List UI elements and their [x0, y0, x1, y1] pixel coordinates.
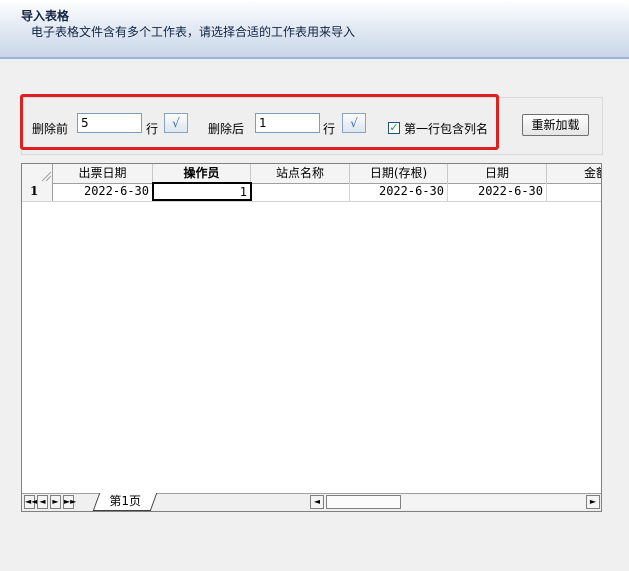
column-header[interactable]: 日期 [448, 164, 547, 183]
scroll-right-button[interactable]: ► [586, 495, 600, 509]
next-sheet-button[interactable]: ► [50, 495, 61, 509]
spreadsheet-grid[interactable]: 出票日期 操作员 站点名称 日期(存根) 日期 金额 1 2022-6-30 1… [21, 163, 602, 512]
dialog-subtitle: 电子表格文件含有多个工作表，请选择合适的工作表用来导入 [31, 25, 356, 39]
column-header-row: 出票日期 操作员 站点名称 日期(存根) 日期 金额 [22, 164, 601, 184]
dialog-header: 导入表格 电子表格文件含有多个工作表，请选择合适的工作表用来导入 [0, 0, 629, 59]
corner-triangle-icon [41, 171, 52, 182]
column-header[interactable]: 出票日期 [53, 164, 153, 183]
select-all-corner[interactable] [22, 164, 53, 183]
column-header[interactable]: 站点名称 [251, 164, 350, 183]
dialog-title: 导入表格 [21, 9, 70, 23]
sheet-bar: ◄◄ ◄ ► ►► 第1页 ◄ ► [22, 493, 601, 511]
row-header[interactable]: 1 [22, 183, 53, 201]
table-cell[interactable] [252, 183, 350, 201]
column-header[interactable]: 日期(存根) [350, 164, 448, 183]
column-header[interactable]: 操作员 [153, 164, 251, 183]
scroll-thumb[interactable] [326, 495, 401, 509]
horizontal-scrollbar[interactable]: ◄ ► [310, 495, 600, 509]
prev-sheet-button[interactable]: ◄ [37, 495, 48, 509]
sheet-tab[interactable]: 第1页 [92, 493, 157, 511]
scroll-left-button[interactable]: ◄ [310, 495, 324, 509]
table-row: 1 2022-6-30 1 2022-6-30 2022-6-30 [22, 182, 601, 202]
table-cell[interactable]: 2022-6-30 [53, 183, 153, 201]
first-sheet-button[interactable]: ◄◄ [24, 495, 37, 509]
selected-cell[interactable]: 1 [152, 182, 252, 201]
sheet-tab-label: 第1页 [109, 494, 142, 508]
table-cell[interactable] [547, 183, 601, 201]
table-cell[interactable]: 2022-6-30 [350, 183, 448, 201]
last-sheet-button[interactable]: ►► [63, 495, 76, 509]
highlight-box [20, 94, 499, 150]
reload-button[interactable]: 重新加载 [522, 114, 589, 136]
table-cell[interactable]: 2022-6-30 [448, 183, 547, 201]
column-header[interactable]: 金额 [547, 164, 601, 183]
